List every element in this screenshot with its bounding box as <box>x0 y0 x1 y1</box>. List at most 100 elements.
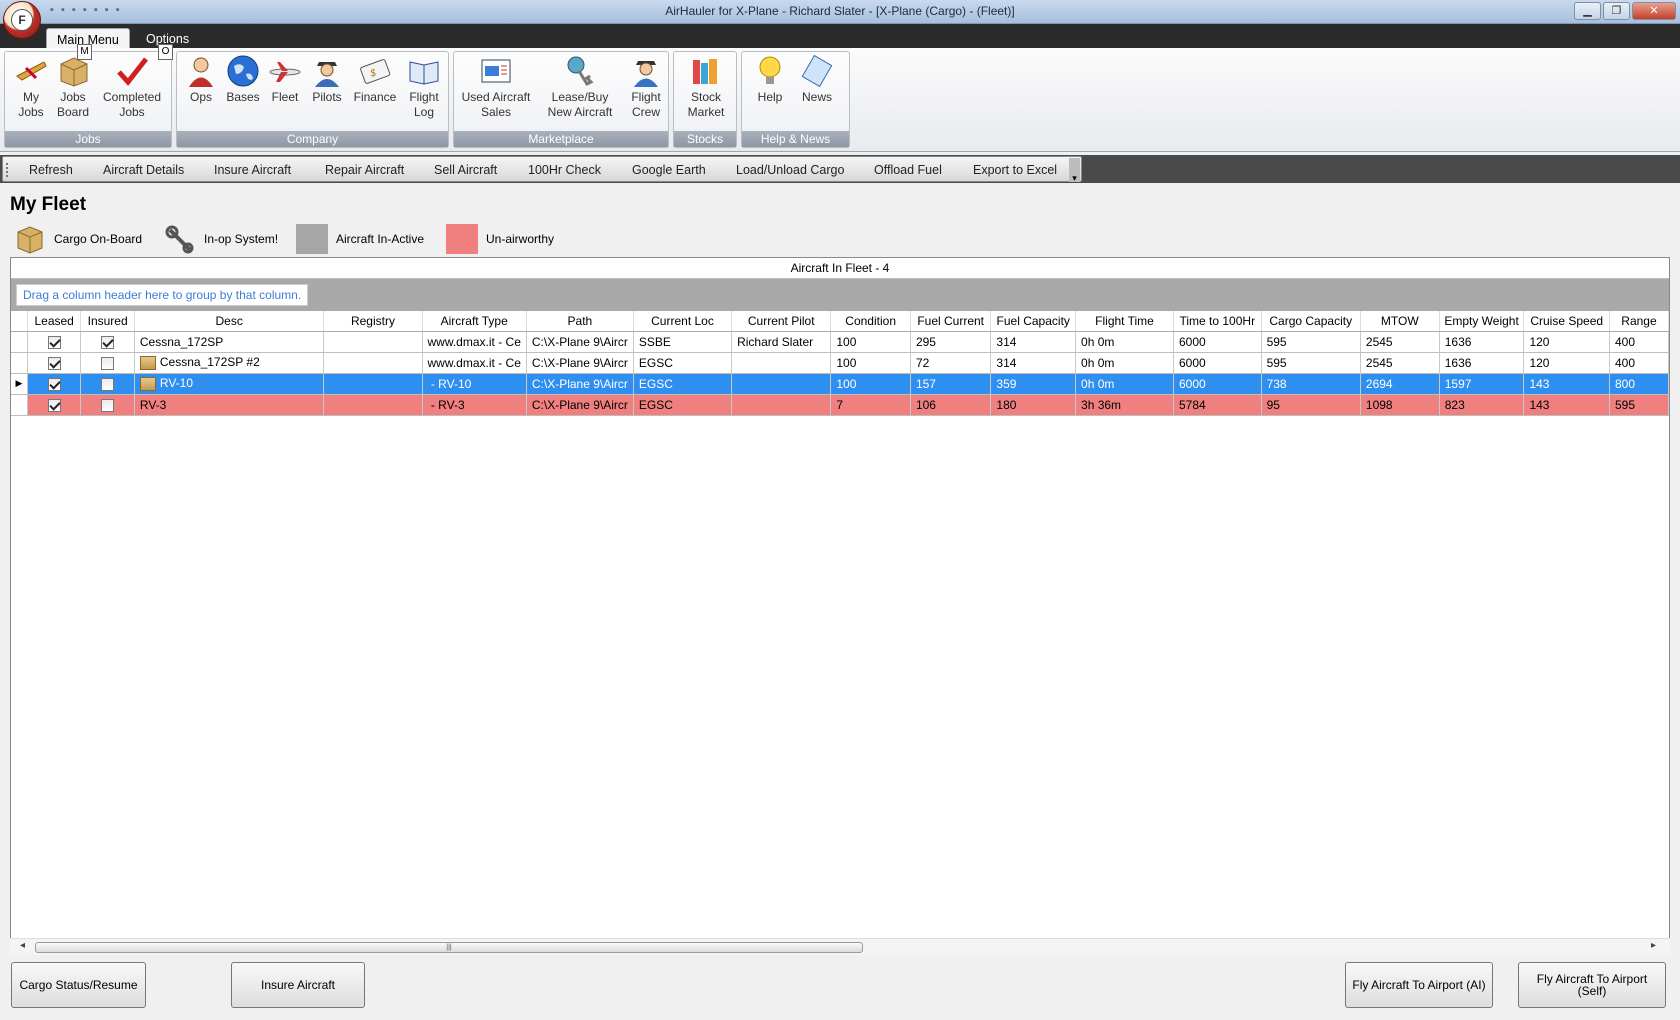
my-jobs-button[interactable]: My Jobs <box>9 54 53 120</box>
cell-mtow[interactable]: 2545 <box>1360 352 1440 374</box>
cell-mtow[interactable]: 1098 <box>1360 394 1440 416</box>
toolbar-grip[interactable] <box>6 163 9 177</box>
toolbar-overflow-icon[interactable]: ▾ <box>1069 158 1080 183</box>
cell-fuel-current[interactable]: 157 <box>910 373 992 395</box>
insured-checkbox[interactable] <box>101 356 115 370</box>
cell-condition[interactable]: 100 <box>830 352 911 374</box>
cell-flight-time[interactable]: 0h 0m <box>1075 352 1174 374</box>
col-header-path[interactable]: Path <box>526 311 634 332</box>
cell-desc[interactable]: RV-3 <box>134 394 325 416</box>
cell-desc[interactable]: Cessna_172SP #2 <box>134 352 325 374</box>
cell-current-loc[interactable]: EGSC <box>633 373 733 395</box>
maximize-icon[interactable]: ❐ <box>1603 2 1630 20</box>
cell-path[interactable]: C:\X-Plane 9\Aircr <box>526 352 634 374</box>
col-header-range[interactable]: Range <box>1609 311 1669 332</box>
cell-current-loc[interactable]: EGSC <box>633 394 733 416</box>
row-indicator[interactable] <box>11 394 28 416</box>
cell-fuel-current[interactable]: 72 <box>910 352 992 374</box>
cell-empty-weight[interactable]: 1636 <box>1439 352 1525 374</box>
col-header-fuel-current[interactable]: Fuel Current <box>910 311 992 332</box>
flight-log-button[interactable]: Flight Log <box>403 54 445 120</box>
scrollbar-thumb[interactable]: ||| <box>35 942 863 953</box>
col-header-current-loc[interactable]: Current Loc <box>633 311 733 332</box>
used-aircraft-sales-button[interactable]: Used Aircraft Sales <box>456 54 536 120</box>
cell-current-loc[interactable]: EGSC <box>633 352 733 374</box>
cell-fuel-capacity[interactable]: 359 <box>990 373 1077 395</box>
leased-checkbox[interactable] <box>47 335 61 349</box>
cell-aircraft-type[interactable]: www.dmax.it - Ce <box>422 331 527 353</box>
row-indicator[interactable] <box>11 352 28 374</box>
cell-cruise-speed[interactable]: 143 <box>1523 373 1610 395</box>
cell-fuel-capacity[interactable]: 314 <box>990 352 1077 374</box>
leased-checkbox[interactable] <box>47 398 61 412</box>
cell-aircraft-type[interactable]: www.dmax.it - Ce <box>422 352 527 374</box>
cell-current-loc[interactable]: SSBE <box>633 331 733 353</box>
leased-checkbox[interactable] <box>47 377 61 391</box>
cell-range[interactable]: 400 <box>1609 331 1669 353</box>
cell-cargo-capacity[interactable]: 595 <box>1261 352 1361 374</box>
completed-jobs-button[interactable]: Completed Jobs <box>97 54 167 120</box>
cell-time-to-100hr[interactable]: 5784 <box>1173 394 1262 416</box>
table-row[interactable]: ▶ RV-10 - RV-10 C:\X-Plane 9\Aircr EGSC 100 1… <box>11 373 1669 395</box>
col-header-desc[interactable]: Desc <box>134 311 325 332</box>
cell-aircraft-type[interactable]: - RV-10 <box>422 373 527 395</box>
cell-path[interactable]: C:\X-Plane 9\Aircr <box>526 331 634 353</box>
load-unload-cargo-button[interactable]: Load/Unload Cargo <box>736 163 844 177</box>
cell-time-to-100hr[interactable]: 6000 <box>1173 331 1262 353</box>
cell-flight-time[interactable]: 0h 0m <box>1075 331 1174 353</box>
ops-button[interactable]: Ops <box>181 54 221 105</box>
aircraft-details-button[interactable]: Aircraft Details <box>103 163 184 177</box>
fly-aircraft-ai-button[interactable]: Fly Aircraft To Airport (AI) <box>1345 962 1493 1008</box>
cell-registry[interactable] <box>323 352 423 374</box>
100hr-check-button[interactable]: 100Hr Check <box>528 163 601 177</box>
cell-fuel-current[interactable]: 106 <box>910 394 992 416</box>
insured-checkbox[interactable] <box>101 398 115 412</box>
cell-desc[interactable]: Cessna_172SP <box>134 331 325 353</box>
jobs-board-button[interactable]: Jobs Board <box>51 54 95 120</box>
col-header-time-to-100hr[interactable]: Time to 100Hr <box>1173 311 1262 332</box>
cell-registry[interactable] <box>323 331 423 353</box>
flight-crew-button[interactable]: Flight Crew <box>624 54 668 120</box>
cell-empty-weight[interactable]: 1636 <box>1439 331 1525 353</box>
col-header-insured[interactable]: Insured <box>80 311 135 332</box>
cell-current-pilot[interactable] <box>731 394 832 416</box>
cell-cruise-speed[interactable]: 143 <box>1523 394 1610 416</box>
cell-time-to-100hr[interactable]: 6000 <box>1173 352 1262 374</box>
cell-registry[interactable] <box>323 394 423 416</box>
col-header-aircraft-type[interactable]: Aircraft Type <box>422 311 527 332</box>
leased-checkbox[interactable] <box>47 356 61 370</box>
close-icon[interactable]: ✕ <box>1632 2 1676 20</box>
insure-aircraft-button[interactable]: Insure Aircraft <box>231 962 365 1008</box>
row-indicator[interactable] <box>11 331 28 353</box>
lease-buy-new-aircraft-button[interactable]: Lease/Buy New Aircraft <box>538 54 622 120</box>
cell-range[interactable]: 400 <box>1609 352 1669 374</box>
cell-condition[interactable]: 7 <box>830 394 911 416</box>
offload-fuel-button[interactable]: Offload Fuel <box>874 163 942 177</box>
cell-path[interactable]: C:\X-Plane 9\Aircr <box>526 373 634 395</box>
insure-aircraft-command[interactable]: Insure Aircraft <box>214 163 291 177</box>
cell-empty-weight[interactable]: 823 <box>1439 394 1525 416</box>
col-header-mtow[interactable]: MTOW <box>1360 311 1440 332</box>
col-header-cruise-speed[interactable]: Cruise Speed <box>1523 311 1610 332</box>
cell-cruise-speed[interactable]: 120 <box>1523 331 1610 353</box>
cell-fuel-current[interactable]: 295 <box>910 331 992 353</box>
current-row-indicator-icon[interactable]: ▶ <box>11 373 28 395</box>
fleet-button[interactable]: Fleet <box>265 54 305 105</box>
cell-current-pilot[interactable] <box>731 373 832 395</box>
col-header-fuel-capacity[interactable]: Fuel Capacity <box>990 311 1077 332</box>
minimize-icon[interactable]: ▁ <box>1574 2 1601 20</box>
pilots-button[interactable]: Pilots <box>305 54 349 105</box>
col-header-condition[interactable]: Condition <box>830 311 911 332</box>
cell-condition[interactable]: 100 <box>830 373 911 395</box>
col-header-empty-weight[interactable]: Empty Weight <box>1439 311 1525 332</box>
cell-range[interactable]: 800 <box>1609 373 1669 395</box>
cell-desc[interactable]: RV-10 <box>134 373 325 395</box>
cell-registry[interactable] <box>323 373 423 395</box>
news-button[interactable]: News <box>794 54 840 105</box>
refresh-button[interactable]: Refresh <box>29 163 73 177</box>
repair-aircraft-button[interactable]: Repair Aircraft <box>325 163 404 177</box>
scroll-left-icon[interactable]: ◂ <box>20 940 25 951</box>
cell-aircraft-type[interactable]: - RV-3 <box>422 394 527 416</box>
insured-checkbox[interactable] <box>101 377 115 391</box>
cell-current-pilot[interactable]: Richard Slater <box>731 331 832 353</box>
